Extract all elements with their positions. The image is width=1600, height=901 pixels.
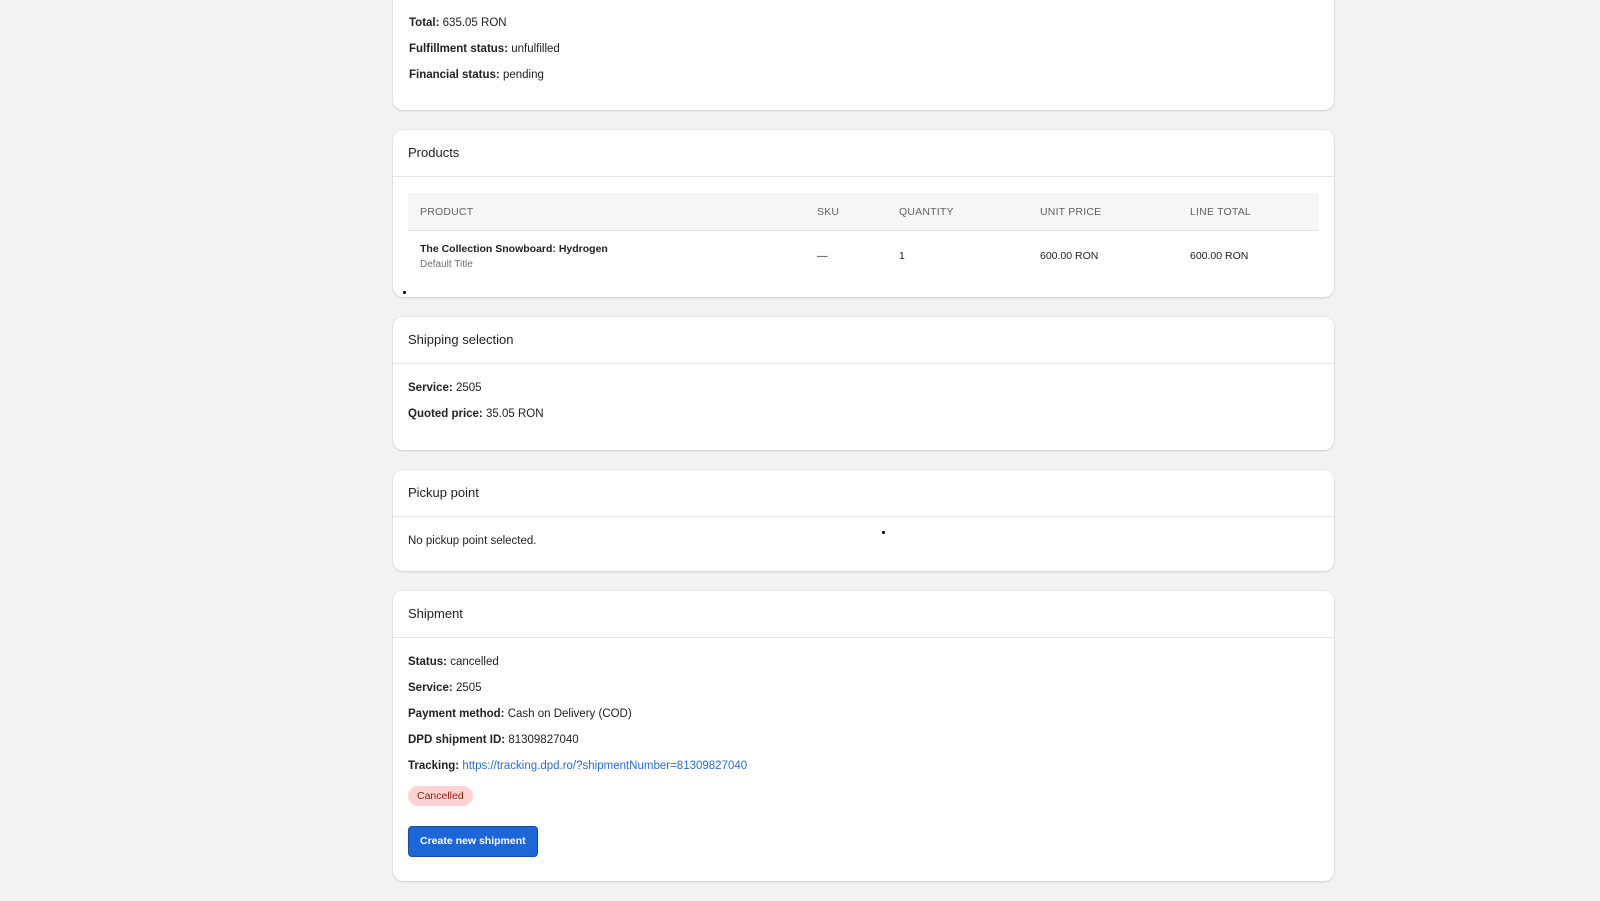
column-header-sku: SKU [816, 193, 898, 231]
products-table-wrapper: PRODUCT SKU QUANTITY UNIT PRICE LINE TOT… [393, 177, 1334, 281]
tracking-label: Tracking: [408, 760, 460, 772]
quantity-cell: 1 [899, 250, 905, 262]
total-label: Total: [409, 17, 440, 29]
dpd-shipment-id-label: DPD shipment ID: [408, 734, 506, 746]
shipment-title: Shipment [393, 591, 1334, 638]
column-header-line-total: LINE TOTAL [1189, 193, 1319, 231]
shipment-status-label: Status: [408, 656, 447, 668]
pickup-point-message: No pickup point selected. [408, 535, 537, 547]
column-header-unit-price: UNIT PRICE [1039, 193, 1189, 231]
shipment-service-field: Service: 2505 [408, 680, 1319, 696]
column-header-product: PRODUCT [408, 193, 816, 231]
product-title: The Collection Snowboard: Hydrogen [420, 242, 608, 255]
products-card-title: Products [393, 130, 1334, 177]
shipment-status-badge-row: Cancelled [408, 784, 1319, 806]
payment-method-value: Cash on Delivery (COD) [507, 708, 632, 720]
shipping-service-field: Service: 2505 [408, 380, 1319, 396]
payment-method-field: Payment method: Cash on Delivery (COD) [408, 706, 1319, 722]
fulfillment-status-value: unfulfilled [511, 43, 560, 55]
product-cell: The Collection Snowboard: Hydrogen Defau… [408, 231, 816, 282]
dpd-shipment-id-field: DPD shipment ID: 81309827040 [408, 732, 1319, 748]
order-summary-card: Total: 635.05 RON Fulfillment status: un… [393, 0, 1334, 110]
products-table-header-row: PRODUCT SKU QUANTITY UNIT PRICE LINE TOT… [408, 193, 1319, 231]
pickup-point-title: Pickup point [393, 470, 1334, 517]
status-badge: Cancelled [408, 786, 473, 806]
shipping-selection-card: Shipping selection Service: 2505 Quoted … [393, 317, 1334, 450]
table-row: The Collection Snowboard: Hydrogen Defau… [408, 231, 1319, 282]
actions-row: Create new shipment [408, 806, 1319, 857]
shipment-status-value: cancelled [450, 656, 499, 668]
pickup-point-card: Pickup point No pickup point selected. [393, 470, 1334, 571]
line-total-cell: 600.00 RON [1190, 250, 1249, 262]
shipment-card: Shipment Status: cancelled Service: 2505… [393, 591, 1334, 881]
shipping-service-label: Service: [408, 382, 453, 394]
quoted-price-field: Quoted price: 35.05 RON [408, 406, 1319, 422]
column-header-quantity: QUANTITY [898, 193, 1039, 231]
shipping-selection-body: Service: 2505 Quoted price: 35.05 RON [393, 364, 1334, 450]
stray-dot [403, 291, 406, 294]
shipment-service-value: 2505 [455, 682, 482, 694]
product-variant: Default Title [420, 258, 473, 270]
shipment-body: Status: cancelled Service: 2505 Payment … [393, 638, 1334, 881]
shipping-selection-title: Shipping selection [393, 317, 1334, 364]
fulfillment-status-label: Fulfillment status: [409, 43, 509, 55]
create-new-shipment-button[interactable]: Create new shipment [408, 826, 538, 857]
quoted-price-value: 35.05 RON [485, 408, 544, 420]
shipment-service-label: Service: [408, 682, 453, 694]
total-value: 635.05 RON [442, 17, 507, 29]
shipping-service-value: 2505 [455, 382, 482, 394]
shipment-status-field: Status: cancelled [408, 654, 1319, 670]
products-table: PRODUCT SKU QUANTITY UNIT PRICE LINE TOT… [408, 193, 1319, 281]
pickup-point-body: No pickup point selected. [393, 517, 1334, 571]
financial-status-label: Financial status: [409, 69, 500, 81]
products-card: Products PRODUCT SKU QUANTITY UNIT PRICE… [393, 130, 1334, 297]
fulfillment-status-field: Fulfillment status: unfulfilled [409, 41, 1318, 57]
stray-dot [882, 531, 885, 534]
order-details-column: Total: 635.05 RON Fulfillment status: un… [393, 0, 1334, 901]
tracking-link[interactable]: https://tracking.dpd.ro/?shipmentNumber=… [462, 760, 747, 772]
sku-cell: — [817, 250, 828, 262]
total-field: Total: 635.05 RON [409, 15, 1318, 31]
financial-status-value: pending [502, 69, 544, 81]
quoted-price-label: Quoted price: [408, 408, 483, 420]
payment-method-label: Payment method: [408, 708, 505, 720]
tracking-field: Tracking: https://tracking.dpd.ro/?shipm… [408, 758, 1319, 774]
unit-price-cell: 600.00 RON [1040, 250, 1099, 262]
dpd-shipment-id-value: 81309827040 [508, 734, 579, 746]
financial-status-field: Financial status: pending [409, 67, 1318, 83]
